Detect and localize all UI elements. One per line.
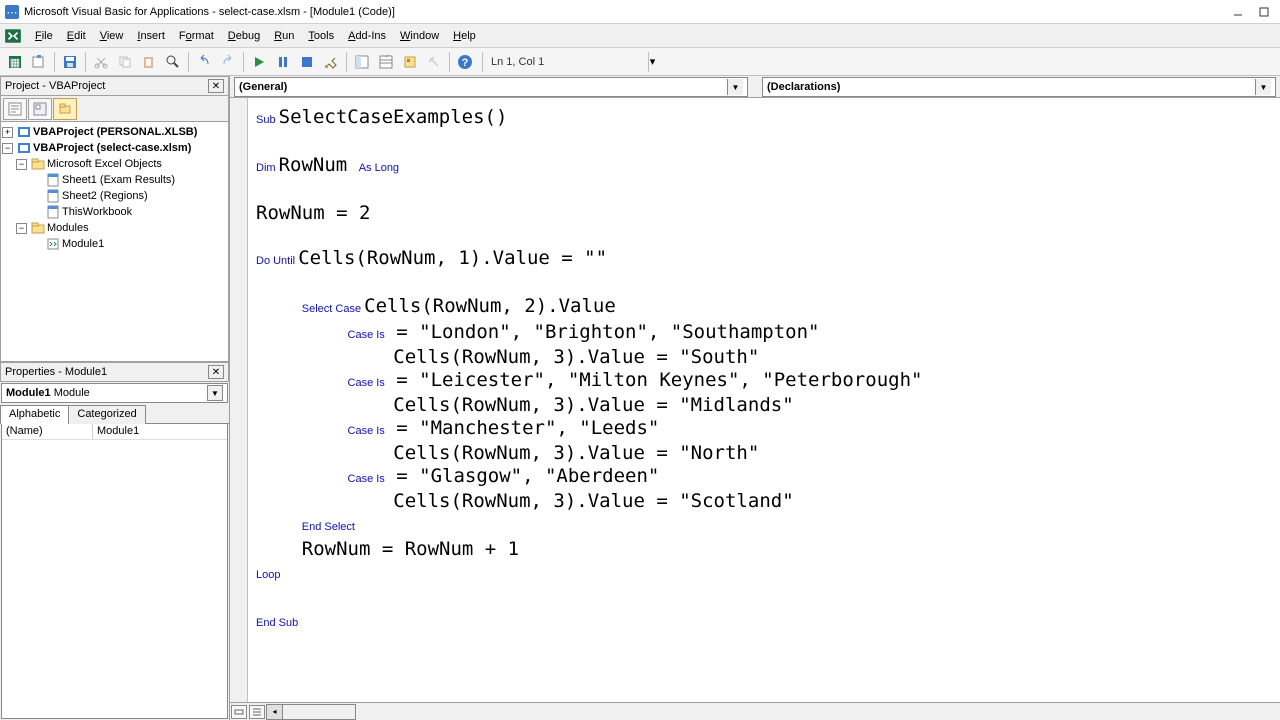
tab-alphabetic[interactable]: Alphabetic xyxy=(0,405,69,424)
project-tree[interactable]: +VBAProject (PERSONAL.XLSB) −VBAProject … xyxy=(0,122,229,362)
properties-pane-title: Properties - Module1 xyxy=(5,366,107,378)
toggle-folders-button[interactable] xyxy=(53,98,77,120)
redo-button[interactable] xyxy=(217,51,239,73)
svg-text:?: ? xyxy=(462,57,469,69)
minimize-button[interactable] xyxy=(1226,3,1250,21)
run-button[interactable] xyxy=(248,51,270,73)
horizontal-scrollbar[interactable]: ◂ xyxy=(266,704,356,720)
menu-debug[interactable]: Debug xyxy=(221,28,267,44)
project-explorer-button[interactable] xyxy=(351,51,373,73)
menu-tools[interactable]: Tools xyxy=(301,28,341,44)
paste-button[interactable] xyxy=(138,51,160,73)
expand-toggle[interactable]: + xyxy=(2,127,13,138)
module-icon xyxy=(46,237,60,251)
menu-bar: FileEditViewInsertFormatDebugRunToolsAdd… xyxy=(0,24,1280,48)
editor-dropdowns: (General) ▼ (Declarations) ▼ xyxy=(230,76,1280,98)
dropdown-arrow-icon[interactable]: ▼ xyxy=(727,79,743,95)
undo-button[interactable] xyxy=(193,51,215,73)
project-pane-title: Project - VBAProject xyxy=(5,80,105,92)
scroll-left-icon[interactable]: ◂ xyxy=(267,705,283,719)
sheet-node[interactable]: Sheet1 (Exam Results) xyxy=(62,174,175,186)
sheet-node[interactable]: Sheet2 (Regions) xyxy=(62,190,148,202)
procedure-view-button[interactable] xyxy=(231,705,247,719)
menu-add-ins[interactable]: Add-Ins xyxy=(341,28,393,44)
sheet-icon xyxy=(46,189,60,203)
insert-module-button[interactable] xyxy=(28,51,50,73)
properties-window-button[interactable] xyxy=(375,51,397,73)
code-text[interactable]: Sub SelectCaseExamples() Dim RowNum As L… xyxy=(256,106,922,634)
dropdown-arrow-icon[interactable]: ▼ xyxy=(1255,79,1271,95)
properties-grid[interactable]: (Name) Module1 xyxy=(1,424,228,719)
object-name: Module1 xyxy=(6,387,51,399)
menu-view[interactable]: View xyxy=(93,28,131,44)
project-node[interactable]: VBAProject (PERSONAL.XLSB) xyxy=(33,126,197,138)
menu-edit[interactable]: Edit xyxy=(60,28,93,44)
save-button[interactable] xyxy=(59,51,81,73)
dropdown-arrow-icon[interactable]: ▼ xyxy=(207,385,223,401)
title-bar: ⋯ Microsoft Visual Basic for Application… xyxy=(0,0,1280,24)
tab-categorized[interactable]: Categorized xyxy=(68,405,145,424)
object-browser-button[interactable] xyxy=(399,51,421,73)
property-key: (Name) xyxy=(2,424,92,439)
folder-node[interactable]: Microsoft Excel Objects xyxy=(47,158,162,170)
workbook-node[interactable]: ThisWorkbook xyxy=(62,206,132,218)
menu-run[interactable]: Run xyxy=(267,28,301,44)
folder-node[interactable]: Modules xyxy=(47,222,89,234)
folder-icon xyxy=(31,221,45,235)
procedure-combo-value: (Declarations) xyxy=(767,81,840,93)
property-row[interactable]: (Name) Module1 xyxy=(2,424,227,440)
module-node[interactable]: Module1 xyxy=(62,238,104,250)
sheet-icon xyxy=(46,173,60,187)
view-excel-button[interactable]: ▦ xyxy=(4,51,26,73)
editor-bottom-bar: ◂ xyxy=(230,702,1280,720)
object-combo[interactable]: (General) ▼ xyxy=(234,77,748,97)
menu-window[interactable]: Window xyxy=(393,28,446,44)
project-pane-close[interactable]: ✕ xyxy=(208,79,224,93)
help-button[interactable]: ? xyxy=(454,51,476,73)
view-code-button[interactable] xyxy=(3,98,27,120)
break-button[interactable] xyxy=(272,51,294,73)
folder-icon xyxy=(31,157,45,171)
menu-insert[interactable]: Insert xyxy=(130,28,172,44)
project-icon xyxy=(17,141,31,155)
collapse-toggle[interactable]: − xyxy=(16,223,27,234)
properties-pane-header: Properties - Module1 ✕ xyxy=(0,362,229,382)
window-title: Microsoft Visual Basic for Applications … xyxy=(24,6,1224,18)
maximize-button[interactable] xyxy=(1252,3,1276,21)
find-button[interactable] xyxy=(162,51,184,73)
menu-help[interactable]: Help xyxy=(446,28,483,44)
project-pane-header: Project - VBAProject ✕ xyxy=(0,76,229,96)
main-toolbar: ▦ ? Ln 1, Col 1 ▾ xyxy=(0,48,1280,76)
cut-button[interactable] xyxy=(90,51,112,73)
project-node[interactable]: VBAProject (select-case.xlsm) xyxy=(33,142,191,154)
svg-text:▦: ▦ xyxy=(10,57,20,69)
reset-button[interactable] xyxy=(296,51,318,73)
view-object-button[interactable] xyxy=(28,98,52,120)
design-mode-button[interactable] xyxy=(320,51,342,73)
collapse-toggle[interactable]: − xyxy=(2,143,13,154)
project-toolbar xyxy=(0,96,229,122)
app-icon: ⋯ xyxy=(4,4,20,20)
full-module-view-button[interactable] xyxy=(249,705,265,719)
property-value[interactable]: Module1 xyxy=(92,424,227,439)
cursor-position: Ln 1, Col 1 xyxy=(482,52,642,72)
procedure-combo[interactable]: (Declarations) ▼ xyxy=(762,77,1276,97)
toolbar-overflow[interactable]: ▾ xyxy=(648,52,656,72)
copy-button[interactable] xyxy=(114,51,136,73)
properties-pane-close[interactable]: ✕ xyxy=(208,365,224,379)
properties-object-selector[interactable]: Module1 Module ▼ xyxy=(1,383,228,403)
svg-text:⋯: ⋯ xyxy=(7,7,18,19)
workbook-icon xyxy=(46,205,60,219)
excel-icon[interactable] xyxy=(4,27,22,45)
object-combo-value: (General) xyxy=(239,81,287,93)
code-margin[interactable] xyxy=(230,98,248,702)
toolbox-button[interactable] xyxy=(423,51,445,73)
menu-file[interactable]: File xyxy=(28,28,60,44)
code-editor[interactable]: Sub SelectCaseExamples() Dim RowNum As L… xyxy=(230,98,1280,702)
object-type: Module xyxy=(54,387,90,399)
properties-tabs: Alphabetic Categorized xyxy=(0,404,229,424)
collapse-toggle[interactable]: − xyxy=(16,159,27,170)
project-icon xyxy=(17,125,31,139)
menu-format[interactable]: Format xyxy=(172,28,221,44)
